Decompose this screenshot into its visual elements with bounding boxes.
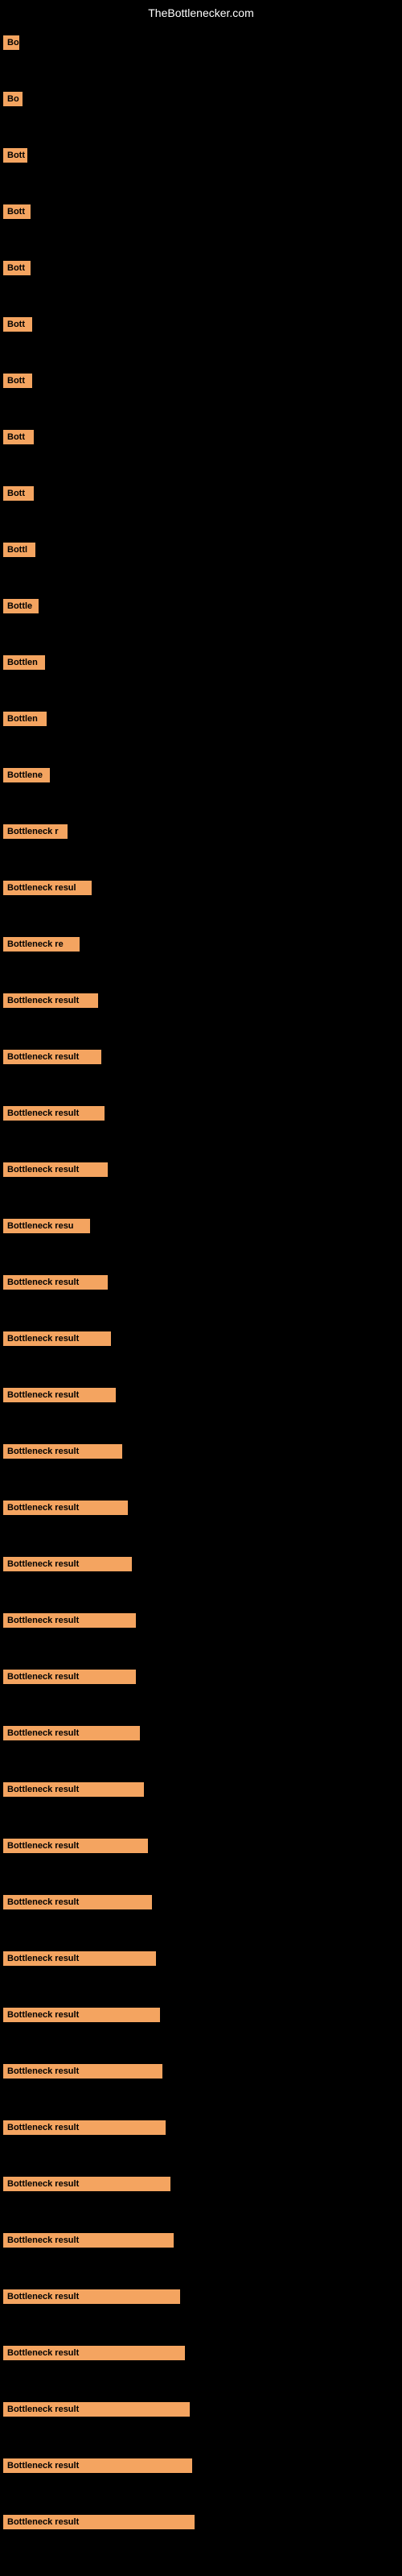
bottleneck-label: Bottleneck result: [3, 2064, 162, 2079]
bottleneck-label: Bottleneck result: [3, 1444, 122, 1459]
list-item: Bottleneck result: [0, 2285, 402, 2309]
bottleneck-label: Bottleneck result: [3, 2515, 195, 2529]
bottleneck-label: Bottleneck resu: [3, 1219, 90, 1233]
list-item: Bottlen: [0, 650, 402, 675]
list-item: Bottleneck result: [0, 1890, 402, 1914]
list-item: Bottleneck result: [0, 1270, 402, 1294]
bottleneck-label: Bottleneck result: [3, 993, 98, 1008]
bottleneck-label: Bott: [3, 261, 31, 275]
list-item: Bottleneck result: [0, 1439, 402, 1463]
list-item: Bottleneck result: [0, 1327, 402, 1351]
list-item: Bott: [0, 143, 402, 167]
bottleneck-label: Bottleneck result: [3, 1726, 140, 1740]
list-item: Bo: [0, 31, 402, 55]
bottleneck-label: Bott: [3, 204, 31, 219]
list-item: Bo: [0, 87, 402, 111]
list-item: Bottleneck result: [0, 1045, 402, 1069]
bottleneck-label: Bottleneck result: [3, 2402, 190, 2417]
list-item: Bott: [0, 369, 402, 393]
list-item: Bottleneck result: [0, 1158, 402, 1182]
list-item: Bottleneck result: [0, 2116, 402, 2140]
bottleneck-label: Bottleneck result: [3, 1106, 105, 1121]
list-item: Bottleneck result: [0, 1383, 402, 1407]
list-item: Bottleneck result: [0, 1608, 402, 1633]
bottleneck-label: Bo: [3, 35, 19, 50]
bottleneck-label: Bottleneck result: [3, 1782, 144, 1797]
bottleneck-label: Bo: [3, 92, 23, 106]
bottleneck-label: Bottle: [3, 599, 39, 613]
bottleneck-label: Bottleneck result: [3, 1951, 156, 1966]
list-item: Bottleneck result: [0, 989, 402, 1013]
bottleneck-label: Bottlen: [3, 655, 45, 670]
bottleneck-label: Bottleneck result: [3, 2289, 180, 2304]
bottleneck-label: Bottleneck re: [3, 937, 80, 952]
bottleneck-label: Bottl: [3, 543, 35, 557]
bottleneck-label: Bottlen: [3, 712, 47, 726]
list-item: Bottlen: [0, 707, 402, 731]
list-item: Bott: [0, 312, 402, 336]
bottleneck-label: Bottleneck result: [3, 2008, 160, 2022]
site-title: TheBottlenecker.com: [0, 0, 402, 23]
list-item: Bottleneck resu: [0, 1214, 402, 1238]
bottleneck-label: Bottleneck result: [3, 1050, 101, 1064]
list-item: Bottleneck result: [0, 1101, 402, 1125]
bottleneck-label: Bottleneck result: [3, 1557, 132, 1571]
list-item: Bottleneck result: [0, 2003, 402, 2027]
list-item: Bottleneck resul: [0, 876, 402, 900]
bottleneck-label: Bottleneck result: [3, 1162, 108, 1177]
bottleneck-label: Bottleneck r: [3, 824, 68, 839]
bottleneck-label: Bott: [3, 148, 27, 163]
list-item: Bott: [0, 481, 402, 506]
bottleneck-label: Bottleneck resul: [3, 881, 92, 895]
list-item: Bottleneck result: [0, 2059, 402, 2083]
bottleneck-label: Bottleneck result: [3, 1388, 116, 1402]
bottleneck-label: Bottleneck result: [3, 2346, 185, 2360]
list-item: Bott: [0, 256, 402, 280]
bottleneck-label: Bott: [3, 430, 34, 444]
list-item: Bottleneck result: [0, 2454, 402, 2478]
bottleneck-label: Bottlene: [3, 768, 50, 782]
list-item: Bottleneck result: [0, 1777, 402, 1802]
bottleneck-label: Bottleneck result: [3, 2177, 170, 2191]
bottleneck-label: Bottleneck result: [3, 2233, 174, 2248]
list-item: Bottleneck result: [0, 2397, 402, 2421]
bottleneck-label: Bott: [3, 317, 32, 332]
list-item: Bottleneck result: [0, 1665, 402, 1689]
list-item: Bottleneck result: [0, 1552, 402, 1576]
bottleneck-label: Bottleneck result: [3, 1275, 108, 1290]
bottleneck-label: Bottleneck result: [3, 1501, 128, 1515]
bottleneck-label: Bottleneck result: [3, 1331, 111, 1346]
list-item: Bottleneck result: [0, 1834, 402, 1858]
list-item: Bottleneck result: [0, 2341, 402, 2365]
bottleneck-label: Bott: [3, 486, 34, 501]
list-item: Bottleneck result: [0, 2228, 402, 2252]
list-item: Bottleneck re: [0, 932, 402, 956]
list-item: Bott: [0, 425, 402, 449]
list-item: Bottleneck result: [0, 1721, 402, 1745]
list-item: Bottleneck result: [0, 1946, 402, 1971]
list-item: Bott: [0, 200, 402, 224]
list-item: Bottleneck result: [0, 1496, 402, 1520]
list-item: Bottlene: [0, 763, 402, 787]
list-item: Bottleneck result: [0, 2510, 402, 2534]
bottleneck-label: Bottleneck result: [3, 1613, 136, 1628]
list-item: Bottl: [0, 538, 402, 562]
bottleneck-label: Bottleneck result: [3, 2458, 192, 2473]
list-item: Bottle: [0, 594, 402, 618]
bottleneck-label: Bottleneck result: [3, 1895, 152, 1909]
bottleneck-label: Bottleneck result: [3, 1670, 136, 1684]
list-item: Bottleneck result: [0, 2172, 402, 2196]
bottleneck-label: Bott: [3, 374, 32, 388]
list-item: Bottleneck r: [0, 819, 402, 844]
bottleneck-label: Bottleneck result: [3, 2120, 166, 2135]
bottleneck-label: Bottleneck result: [3, 1839, 148, 1853]
items-container: Bo Bo Bott Bott Bott Bott Bott Bott Bott Bottl Bot…: [0, 23, 402, 2542]
